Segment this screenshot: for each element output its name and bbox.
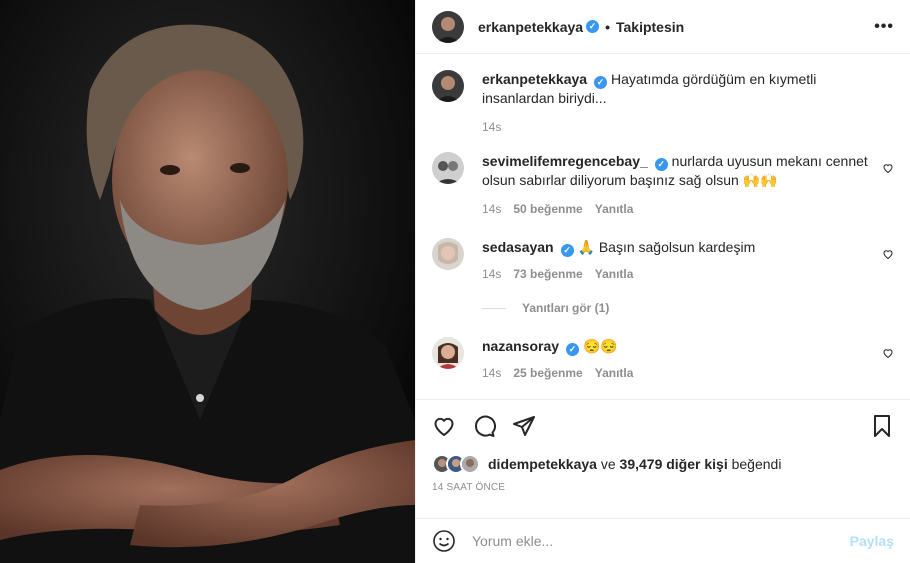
- like-comment-heart-icon[interactable]: [882, 347, 894, 359]
- comment-username[interactable]: nazansoray: [482, 338, 559, 354]
- post-actions: [416, 400, 910, 452]
- comment-text: 🙏 Başın sağolsun kardeşim: [577, 239, 756, 255]
- post-time-ago[interactable]: 14 SAAT ÖNCE: [416, 476, 910, 506]
- comment-username[interactable]: sedasayan: [482, 239, 554, 255]
- caption-username[interactable]: erkanpetekkaya: [482, 71, 587, 87]
- caption: erkanpetekkaya ✓ Hayatımda gördüğüm en kı…: [432, 70, 894, 134]
- reply-button[interactable]: Yanıtla: [595, 366, 634, 380]
- view-replies-label[interactable]: Yanıtları gör (1): [522, 301, 609, 315]
- share-send-icon[interactable]: [512, 414, 536, 438]
- comment-item: sedasayan ✓ 🙏 Başın sağolsun kardeşim 14s…: [432, 238, 894, 281]
- comment-item: sevimelifemregencebay_ ✓ nurlarda uyusun …: [432, 152, 894, 216]
- comment-likes[interactable]: 25 beğenme: [513, 366, 582, 380]
- emoji-smiley-icon[interactable]: [432, 529, 456, 553]
- comment-time[interactable]: 14s: [482, 202, 501, 216]
- caption-avatar[interactable]: [432, 70, 464, 102]
- post-side-panel: erkanpetekkaya ✓ • Takiptesin ••• erkanp…: [415, 0, 910, 563]
- like-heart-icon[interactable]: [432, 414, 456, 438]
- separator-dot: •: [605, 18, 610, 35]
- verified-badge-icon: ✓: [566, 343, 580, 356]
- comment-likes[interactable]: 50 beğenme: [513, 202, 582, 216]
- liker-username[interactable]: didempetekkaya: [488, 456, 597, 472]
- verified-badge-icon: ✓: [586, 20, 600, 33]
- follow-status[interactable]: Takiptesin: [616, 19, 684, 35]
- likes-and: ve: [600, 456, 616, 472]
- post-header: erkanpetekkaya ✓ • Takiptesin •••: [416, 0, 910, 54]
- likes-suffix: beğendi: [731, 456, 782, 472]
- post-comment-button[interactable]: Paylaş: [850, 533, 894, 549]
- author-avatar[interactable]: [432, 10, 464, 43]
- comment-text: 😔😔: [582, 338, 618, 354]
- caption-time[interactable]: 14s: [482, 120, 501, 134]
- comment-bubble-icon[interactable]: [472, 414, 496, 438]
- reply-button[interactable]: Yanıtla: [595, 202, 634, 216]
- comment-avatar[interactable]: [432, 152, 464, 184]
- bookmark-save-icon[interactable]: [870, 414, 894, 438]
- reply-button[interactable]: Yanıtla: [595, 267, 634, 281]
- portrait-image: [0, 0, 415, 563]
- liker-avatars: [432, 454, 480, 474]
- comment-input[interactable]: [472, 533, 850, 549]
- likes-count[interactable]: 39,479 diğer kişi: [620, 456, 728, 472]
- post-photo[interactable]: [0, 0, 415, 563]
- comment-avatar[interactable]: [432, 238, 464, 270]
- comment-avatar[interactable]: [432, 337, 464, 369]
- verified-badge-icon: ✓: [654, 158, 668, 171]
- liker-avatar: [460, 454, 480, 474]
- replies-divider: [482, 307, 506, 309]
- comment-time[interactable]: 14s: [482, 267, 501, 281]
- comment-likes[interactable]: 73 beğenme: [513, 267, 582, 281]
- more-options-icon[interactable]: •••: [874, 18, 894, 36]
- likes-summary[interactable]: didempetekkaya ve 39,479 diğer kişi beğe…: [416, 452, 910, 476]
- comment-item: nazansoray ✓ 😔😔 14s 25 beğenme Yanıtla: [432, 337, 894, 380]
- comments-list[interactable]: erkanpetekkaya ✓ Hayatımda gördüğüm en kı…: [416, 54, 910, 400]
- add-comment-bar: Paylaş: [416, 518, 910, 563]
- like-comment-heart-icon[interactable]: [882, 162, 894, 174]
- view-replies-button[interactable]: Yanıtları gör (1): [482, 301, 894, 315]
- comment-time[interactable]: 14s: [482, 366, 501, 380]
- comment-username[interactable]: sevimelifemregencebay_: [482, 153, 648, 169]
- like-comment-heart-icon[interactable]: [882, 248, 894, 260]
- verified-badge-icon: ✓: [560, 244, 574, 257]
- author-username[interactable]: erkanpetekkaya: [478, 19, 583, 35]
- verified-badge-icon: ✓: [594, 76, 608, 89]
